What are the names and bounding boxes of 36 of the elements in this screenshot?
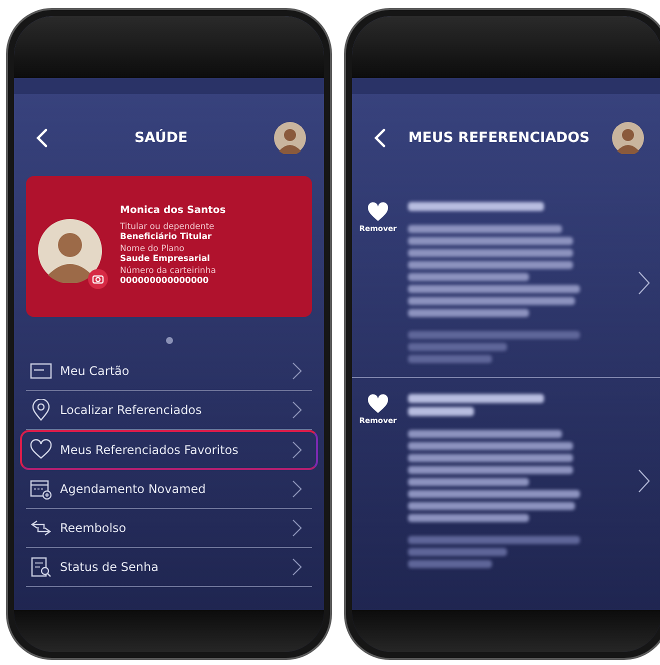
screen-title: SAÚDE	[134, 130, 188, 146]
menu-item[interactable]: Meus Referenciados Favoritos	[20, 430, 318, 470]
member-name: Monica dos Santos	[120, 205, 226, 216]
field-value: Beneficiário Titular	[120, 232, 213, 242]
field-label: Titular ou dependente	[120, 222, 216, 232]
document-search-icon	[30, 556, 52, 578]
menu-item[interactable]: Agendamento Novamed	[26, 470, 312, 509]
chevron-right-icon	[292, 362, 302, 380]
chevron-right-icon	[292, 558, 302, 576]
chevron-right-icon[interactable]	[638, 270, 650, 294]
avatar-icon[interactable]	[612, 122, 644, 154]
camera-icon[interactable]	[88, 268, 108, 288]
field-value: 000000000000000	[120, 276, 210, 286]
chevron-right-icon	[292, 401, 302, 419]
location-pin-icon	[30, 399, 52, 421]
calendar-icon	[30, 478, 52, 500]
pager-dot[interactable]	[166, 337, 172, 344]
chevron-right-icon	[292, 441, 302, 459]
menu-item[interactable]: Reembolso	[26, 509, 312, 548]
heart-icon[interactable]	[367, 202, 389, 222]
back-icon[interactable]	[36, 128, 48, 148]
menu-item[interactable]: Status de Senha	[26, 548, 312, 587]
back-icon[interactable]	[374, 128, 386, 148]
menu-item[interactable]: Meu Cartão	[26, 352, 312, 391]
field-value: Saude Empresarial	[120, 254, 211, 264]
chevron-right-icon	[292, 480, 302, 498]
member-avatar	[38, 218, 102, 282]
heart-icon[interactable]	[367, 394, 389, 414]
chevron-right-icon[interactable]	[638, 469, 650, 493]
field-label: Nome do Plano	[120, 244, 186, 254]
chevron-right-icon	[292, 519, 302, 537]
menu-item[interactable]: Localizar Referenciados	[26, 391, 312, 430]
screen-title: MEUS REFERENCIADOS	[408, 130, 590, 146]
avatar-icon[interactable]	[274, 122, 306, 154]
field-label: Número da carteirinha	[120, 266, 217, 276]
heart-icon	[30, 439, 52, 461]
